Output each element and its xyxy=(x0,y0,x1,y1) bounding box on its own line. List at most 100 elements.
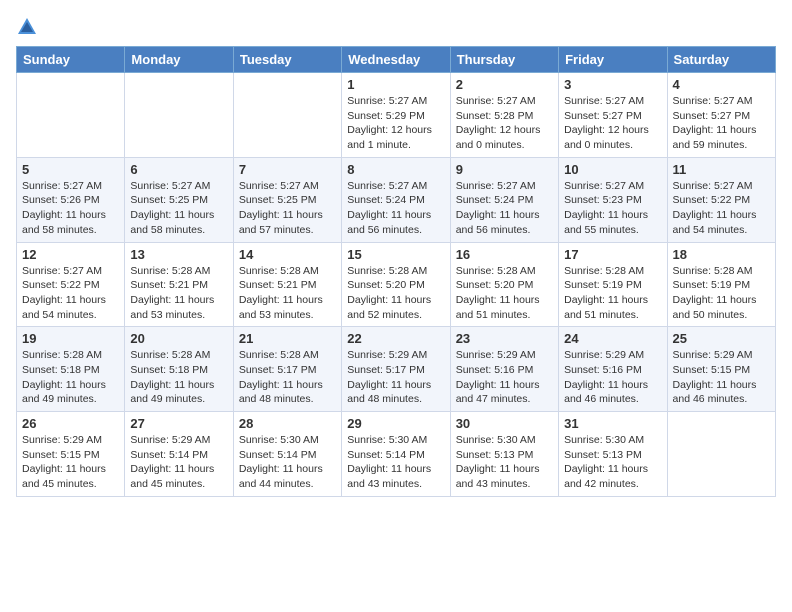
weekday-header-wednesday: Wednesday xyxy=(342,47,450,73)
calendar-day-cell: 18Sunrise: 5:28 AM Sunset: 5:19 PM Dayli… xyxy=(667,242,775,327)
day-info: Sunrise: 5:27 AM Sunset: 5:23 PM Dayligh… xyxy=(564,179,661,238)
weekday-header-friday: Friday xyxy=(559,47,667,73)
empty-cell xyxy=(667,412,775,497)
calendar-day-cell: 30 Sunrise: 5:30 AM Sunset: 5:13 PM Dayli… xyxy=(450,412,558,497)
day-info: Sunrise: 5:30 AM Sunset: 5:13 PM Dayligh… xyxy=(456,433,553,492)
day-number: 14 xyxy=(239,247,336,262)
day-info: Sunrise: 5:29 AM Sunset: 5:16 PM Dayligh… xyxy=(564,348,661,407)
calendar-day-cell: 13 Sunrise: 5:28 AM Sunset: 5:21 PM Dayli… xyxy=(125,242,233,327)
calendar-day-cell: 3 Sunrise: 5:27 AM Sunset: 5:27 PM Daylig… xyxy=(559,73,667,158)
calendar-day-cell: 20 Sunrise: 5:28 AM Sunset: 5:18 PM Dayli… xyxy=(125,327,233,412)
calendar-day-cell: 17Sunrise: 5:28 AM Sunset: 5:19 PM Dayli… xyxy=(559,242,667,327)
calendar-day-cell: 26 Sunrise: 5:29 AM Sunset: 5:15 PM Dayli… xyxy=(17,412,125,497)
day-info: Sunrise: 5:27 AM Sunset: 5:28 PM Dayligh… xyxy=(456,94,553,153)
day-info: Sunrise: 5:28 AM Sunset: 5:21 PM Dayligh… xyxy=(239,264,336,323)
day-info: Sunrise: 5:27 AM Sunset: 5:24 PM Dayligh… xyxy=(347,179,444,238)
empty-cell xyxy=(233,73,341,158)
day-info: Sunrise: 5:29 AM Sunset: 5:14 PM Dayligh… xyxy=(130,433,227,492)
day-info: Sunrise: 5:28 AM Sunset: 5:20 PM Dayligh… xyxy=(456,264,553,323)
calendar-day-cell: 5Sunrise: 5:27 AM Sunset: 5:26 PM Daylig… xyxy=(17,157,125,242)
weekday-header-row: SundayMondayTuesdayWednesdayThursdayFrid… xyxy=(17,47,776,73)
calendar-day-cell: 29 Sunrise: 5:30 AM Sunset: 5:14 PM Dayli… xyxy=(342,412,450,497)
calendar-day-cell: 4 Sunrise: 5:27 AM Sunset: 5:27 PM Daylig… xyxy=(667,73,775,158)
day-info: Sunrise: 5:27 AM Sunset: 5:25 PM Dayligh… xyxy=(130,179,227,238)
calendar-day-cell: 21 Sunrise: 5:28 AM Sunset: 5:17 PM Dayli… xyxy=(233,327,341,412)
day-number: 15 xyxy=(347,247,444,262)
calendar-day-cell: 6 Sunrise: 5:27 AM Sunset: 5:25 PM Daylig… xyxy=(125,157,233,242)
day-number: 24 xyxy=(564,331,661,346)
calendar-day-cell: 15 Sunrise: 5:28 AM Sunset: 5:20 PM Dayli… xyxy=(342,242,450,327)
day-number: 26 xyxy=(22,416,119,431)
day-number: 1 xyxy=(347,77,444,92)
day-info: Sunrise: 5:30 AM Sunset: 5:14 PM Dayligh… xyxy=(239,433,336,492)
day-number: 21 xyxy=(239,331,336,346)
day-number: 8 xyxy=(347,162,444,177)
weekday-header-tuesday: Tuesday xyxy=(233,47,341,73)
day-number: 18 xyxy=(673,247,770,262)
day-info: Sunrise: 5:27 AM Sunset: 5:26 PM Dayligh… xyxy=(22,179,119,238)
day-number: 13 xyxy=(130,247,227,262)
calendar-day-cell: 16 Sunrise: 5:28 AM Sunset: 5:20 PM Dayli… xyxy=(450,242,558,327)
day-info: Sunrise: 5:29 AM Sunset: 5:15 PM Dayligh… xyxy=(673,348,770,407)
day-number: 6 xyxy=(130,162,227,177)
day-number: 17 xyxy=(564,247,661,262)
weekday-header-thursday: Thursday xyxy=(450,47,558,73)
day-number: 27 xyxy=(130,416,227,431)
weekday-header-monday: Monday xyxy=(125,47,233,73)
day-info: Sunrise: 5:28 AM Sunset: 5:18 PM Dayligh… xyxy=(130,348,227,407)
day-info: Sunrise: 5:29 AM Sunset: 5:16 PM Dayligh… xyxy=(456,348,553,407)
day-info: Sunrise: 5:29 AM Sunset: 5:15 PM Dayligh… xyxy=(22,433,119,492)
day-number: 29 xyxy=(347,416,444,431)
calendar-day-cell: 25 Sunrise: 5:29 AM Sunset: 5:15 PM Dayli… xyxy=(667,327,775,412)
day-info: Sunrise: 5:30 AM Sunset: 5:14 PM Dayligh… xyxy=(347,433,444,492)
day-number: 23 xyxy=(456,331,553,346)
day-number: 22 xyxy=(347,331,444,346)
logo-icon xyxy=(16,16,38,38)
day-info: Sunrise: 5:29 AM Sunset: 5:17 PM Dayligh… xyxy=(347,348,444,407)
calendar-day-cell: 23 Sunrise: 5:29 AM Sunset: 5:16 PM Dayli… xyxy=(450,327,558,412)
day-info: Sunrise: 5:27 AM Sunset: 5:24 PM Dayligh… xyxy=(456,179,553,238)
day-number: 19 xyxy=(22,331,119,346)
calendar-day-cell: 24 Sunrise: 5:29 AM Sunset: 5:16 PM Dayli… xyxy=(559,327,667,412)
calendar-week-row: 26 Sunrise: 5:29 AM Sunset: 5:15 PM Dayli… xyxy=(17,412,776,497)
day-info: Sunrise: 5:30 AM Sunset: 5:13 PM Dayligh… xyxy=(564,433,661,492)
day-info: Sunrise: 5:28 AM Sunset: 5:20 PM Dayligh… xyxy=(347,264,444,323)
day-number: 11 xyxy=(673,162,770,177)
day-number: 3 xyxy=(564,77,661,92)
header xyxy=(16,16,776,38)
calendar-day-cell: 31 Sunrise: 5:30 AM Sunset: 5:13 PM Dayli… xyxy=(559,412,667,497)
day-info: Sunrise: 5:28 AM Sunset: 5:21 PM Dayligh… xyxy=(130,264,227,323)
calendar-day-cell: 1 Sunrise: 5:27 AM Sunset: 5:29 PM Daylig… xyxy=(342,73,450,158)
day-info: Sunrise: 5:27 AM Sunset: 5:29 PM Dayligh… xyxy=(347,94,444,153)
day-number: 28 xyxy=(239,416,336,431)
day-number: 16 xyxy=(456,247,553,262)
calendar-week-row: 19 Sunrise: 5:28 AM Sunset: 5:18 PM Dayli… xyxy=(17,327,776,412)
day-info: Sunrise: 5:27 AM Sunset: 5:25 PM Dayligh… xyxy=(239,179,336,238)
calendar-table: SundayMondayTuesdayWednesdayThursdayFrid… xyxy=(16,46,776,497)
calendar-day-cell: 22 Sunrise: 5:29 AM Sunset: 5:17 PM Dayli… xyxy=(342,327,450,412)
day-number: 12 xyxy=(22,247,119,262)
calendar-week-row: 12Sunrise: 5:27 AM Sunset: 5:22 PM Dayli… xyxy=(17,242,776,327)
calendar-week-row: 5Sunrise: 5:27 AM Sunset: 5:26 PM Daylig… xyxy=(17,157,776,242)
calendar-day-cell: 10 Sunrise: 5:27 AM Sunset: 5:23 PM Dayli… xyxy=(559,157,667,242)
calendar-day-cell: 14 Sunrise: 5:28 AM Sunset: 5:21 PM Dayli… xyxy=(233,242,341,327)
day-number: 30 xyxy=(456,416,553,431)
calendar-day-cell: 11 Sunrise: 5:27 AM Sunset: 5:22 PM Dayli… xyxy=(667,157,775,242)
day-number: 7 xyxy=(239,162,336,177)
day-number: 25 xyxy=(673,331,770,346)
day-info: Sunrise: 5:28 AM Sunset: 5:17 PM Dayligh… xyxy=(239,348,336,407)
calendar-day-cell: 7 Sunrise: 5:27 AM Sunset: 5:25 PM Daylig… xyxy=(233,157,341,242)
logo xyxy=(16,16,46,38)
day-info: Sunrise: 5:27 AM Sunset: 5:27 PM Dayligh… xyxy=(673,94,770,153)
day-number: 10 xyxy=(564,162,661,177)
calendar-day-cell: 8 Sunrise: 5:27 AM Sunset: 5:24 PM Daylig… xyxy=(342,157,450,242)
day-info: Sunrise: 5:27 AM Sunset: 5:27 PM Dayligh… xyxy=(564,94,661,153)
weekday-header-saturday: Saturday xyxy=(667,47,775,73)
day-info: Sunrise: 5:27 AM Sunset: 5:22 PM Dayligh… xyxy=(673,179,770,238)
calendar-day-cell: 27 Sunrise: 5:29 AM Sunset: 5:14 PM Dayli… xyxy=(125,412,233,497)
day-number: 4 xyxy=(673,77,770,92)
day-number: 31 xyxy=(564,416,661,431)
calendar-day-cell: 9 Sunrise: 5:27 AM Sunset: 5:24 PM Daylig… xyxy=(450,157,558,242)
day-number: 9 xyxy=(456,162,553,177)
day-number: 20 xyxy=(130,331,227,346)
